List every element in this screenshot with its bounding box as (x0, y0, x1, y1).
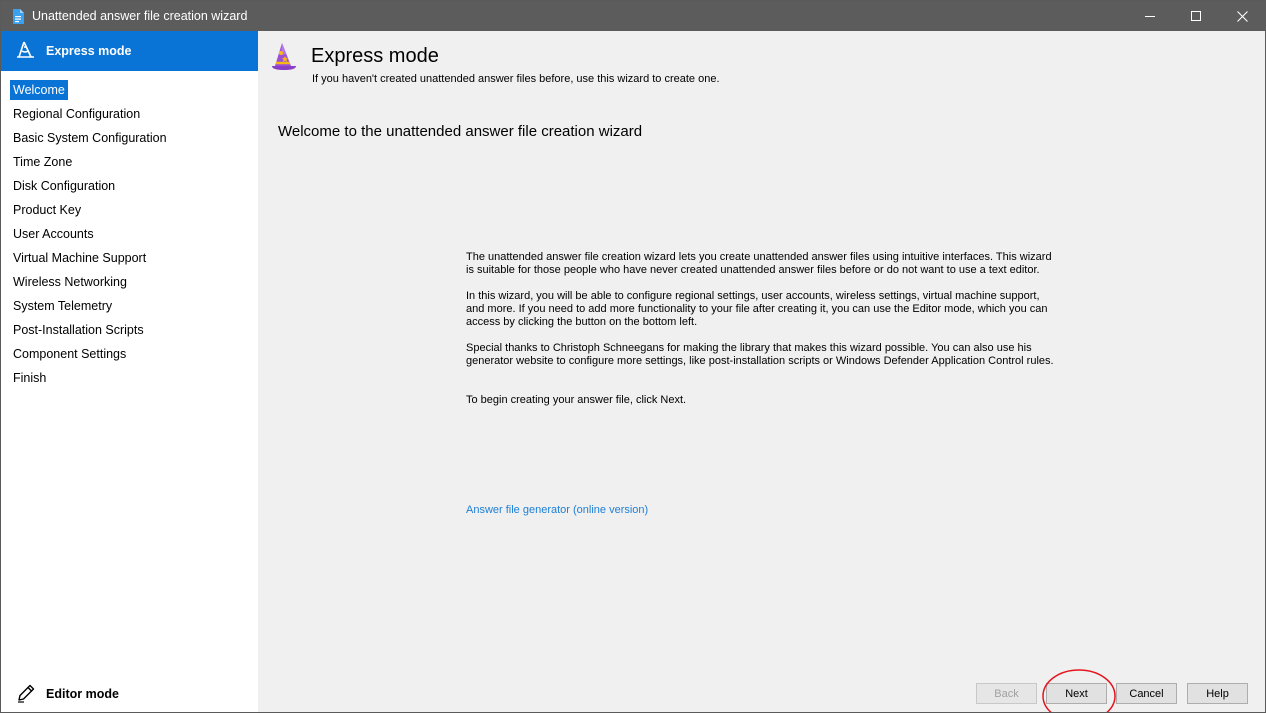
sidebar-item-label: Disk Configuration (13, 179, 116, 193)
pencil-icon (18, 684, 35, 703)
page-subtitle: If you haven't created unattended answer… (312, 73, 720, 85)
sidebar-item-post-installation-scripts[interactable]: Post-Installation Scripts (1, 319, 258, 343)
answer-file-generator-link[interactable]: Answer file generator (online version) (466, 504, 648, 516)
sidebar-item-label: Regional Configuration (13, 107, 141, 121)
wizard-hat-outline-icon (17, 41, 34, 58)
editor-mode-button[interactable]: Editor mode (1, 675, 258, 711)
sidebar-item-basic-system-configuration[interactable]: Basic System Configuration (1, 127, 258, 151)
window-title: Unattended answer file creation wizard (32, 9, 248, 23)
wizard-window: Unattended answer file creation wizard E… (0, 0, 1266, 713)
sidebar-item-label: Welcome (10, 80, 68, 100)
help-button[interactable]: Help (1187, 683, 1248, 704)
sidebar-header-express-mode[interactable]: Express mode (1, 31, 258, 71)
intro-paragraph: The unattended answer file creation wiza… (466, 251, 1052, 276)
back-button[interactable]: Back (976, 683, 1037, 704)
sidebar-item-disk-configuration[interactable]: Disk Configuration (1, 175, 258, 199)
sidebar-item-label: Time Zone (13, 155, 73, 169)
sidebar-item-component-settings[interactable]: Component Settings (1, 343, 258, 367)
sidebar-item-label: Component Settings (13, 347, 127, 361)
sidebar-item-welcome[interactable]: Welcome (1, 79, 258, 103)
sidebar-item-virtual-machine-support[interactable]: Virtual Machine Support (1, 247, 258, 271)
minimize-button[interactable] (1127, 1, 1173, 31)
sidebar-item-finish[interactable]: Finish (1, 367, 258, 391)
next-button[interactable]: Next (1046, 683, 1107, 704)
sidebar-item-regional-configuration[interactable]: Regional Configuration (1, 103, 258, 127)
sidebar-item-label: Wireless Networking (13, 275, 127, 289)
begin-instruction: To begin creating your answer file, clic… (466, 394, 687, 406)
sidebar-item-system-telemetry[interactable]: System Telemetry (1, 295, 258, 319)
close-icon (1236, 10, 1248, 22)
editor-mode-label: Editor mode (46, 687, 119, 701)
sidebar-item-label: User Accounts (13, 227, 94, 241)
close-button[interactable] (1219, 1, 1265, 31)
wizard-step-list: Welcome Regional Configuration Basic Sys… (1, 79, 258, 391)
sidebar-item-label: Post-Installation Scripts (13, 323, 144, 337)
minimize-icon (1145, 16, 1155, 17)
sidebar-item-time-zone[interactable]: Time Zone (1, 151, 258, 175)
sidebar-item-label: Basic System Configuration (13, 131, 167, 145)
sidebar-header-label: Express mode (46, 44, 132, 58)
answer-file-icon (13, 9, 24, 24)
sidebar-item-label: Product Key (13, 203, 82, 217)
wizard-hat-icon (272, 43, 296, 70)
sidebar-item-user-accounts[interactable]: User Accounts (1, 223, 258, 247)
features-paragraph: In this wizard, you will be able to conf… (466, 290, 1048, 328)
welcome-heading: Welcome to the unattended answer file cr… (278, 123, 643, 140)
cancel-button[interactable]: Cancel (1116, 683, 1177, 704)
sidebar-item-label: Finish (13, 371, 47, 385)
sidebar: Express mode Welcome Regional Configurat… (1, 31, 258, 712)
title-bar[interactable]: Unattended answer file creation wizard (1, 1, 1265, 31)
thanks-paragraph: Special thanks to Christoph Schneegans f… (466, 342, 1054, 367)
maximize-icon (1191, 11, 1201, 21)
sidebar-item-label: Virtual Machine Support (13, 251, 147, 265)
sidebar-item-wireless-networking[interactable]: Wireless Networking (1, 271, 258, 295)
sidebar-item-product-key[interactable]: Product Key (1, 199, 258, 223)
maximize-button[interactable] (1173, 1, 1219, 31)
sidebar-item-label: System Telemetry (13, 299, 113, 313)
page-title: Express mode (311, 45, 439, 67)
